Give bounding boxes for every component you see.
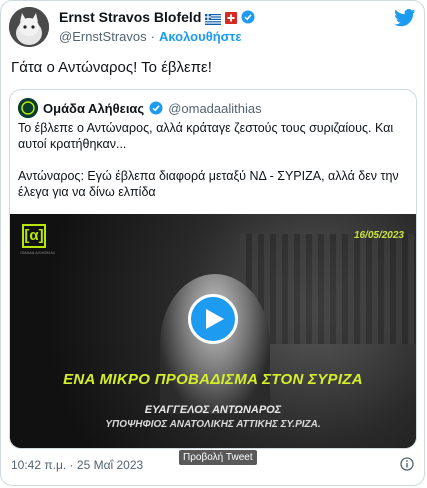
separator-dot: · (150, 29, 155, 44)
play-button[interactable] (188, 294, 238, 344)
quote-author-handle[interactable]: @omadaalithias (168, 101, 261, 116)
video-date: 16/05/2023 (353, 230, 404, 241)
view-tweet-tooltip: Προβολή Tweet (179, 450, 257, 465)
video-lower-third-name: ΕΥΑΓΓΕΛΟΣ ΑΝΤΩΝΑΡΟΣ (144, 404, 282, 416)
video-lower-third-title: ΥΠΟΨΗΦΙΟΣ ΑΝΑΤΟΛΙΚΗΣ ΑΤΤΙΚΗΣ ΣΥ.ΡΙΖΑ. (105, 419, 321, 430)
tweet-timestamp[interactable]: 10:42 π.μ. · 25 Μαΐ 2023 (11, 458, 143, 472)
quoted-tweet[interactable]: Ομάδα Αλήθειας @omadaalithias Το έβλεπε … (9, 89, 417, 449)
video-logo-subtitle: ΟΜΑΔΑ ΑΛΗΘΕΙΑΣ (20, 250, 56, 255)
quote-text-paragraph-2: Αντώναρος: Εγώ έβλεπα διαφορά μεταξύ ΝΔ … (18, 169, 399, 199)
follow-button[interactable]: Ακολουθήστε (159, 29, 242, 44)
video-caption: ΕΝΑ ΜΙΚΡΟ ΠΡΟΒΑΔΙΣΜΑ ΣΤΟΝ ΣΥΡΙΖΑ (63, 371, 363, 388)
verified-icon (241, 10, 255, 24)
twitter-bird-icon[interactable] (394, 9, 416, 27)
tweet-card[interactable]: Ernst Stravos Blofeld @ErnstStravos · Ακ… (0, 0, 425, 486)
author-avatar[interactable] (9, 7, 49, 47)
quote-text-paragraph-1: Το έβλεπε ο Αντώναρος, αλλά κράταγε ζεστ… (18, 121, 394, 151)
video-player[interactable]: [α] ΟΜΑΔΑ ΑΛΗΘΕΙΑΣ 16/05/2023 ΕΝΑ ΜΙΚΡΟ … (10, 214, 416, 448)
quote-verified-icon (149, 101, 163, 115)
tweet-text: Γάτα ο Αντώναρος! Το έβλεπε! (11, 59, 212, 76)
quote-avatar[interactable] (18, 98, 38, 118)
video-logo: [α] (22, 224, 46, 248)
author-handle[interactable]: @ErnstStravos (59, 29, 147, 44)
flag-switzerland-icon (225, 11, 238, 24)
play-icon (206, 309, 224, 329)
author-name[interactable]: Ernst Stravos Blofeld (59, 9, 201, 25)
quote-author-name[interactable]: Ομάδα Αλήθειας (43, 101, 144, 116)
flag-greece-icon (205, 12, 222, 25)
info-icon[interactable] (400, 457, 414, 471)
